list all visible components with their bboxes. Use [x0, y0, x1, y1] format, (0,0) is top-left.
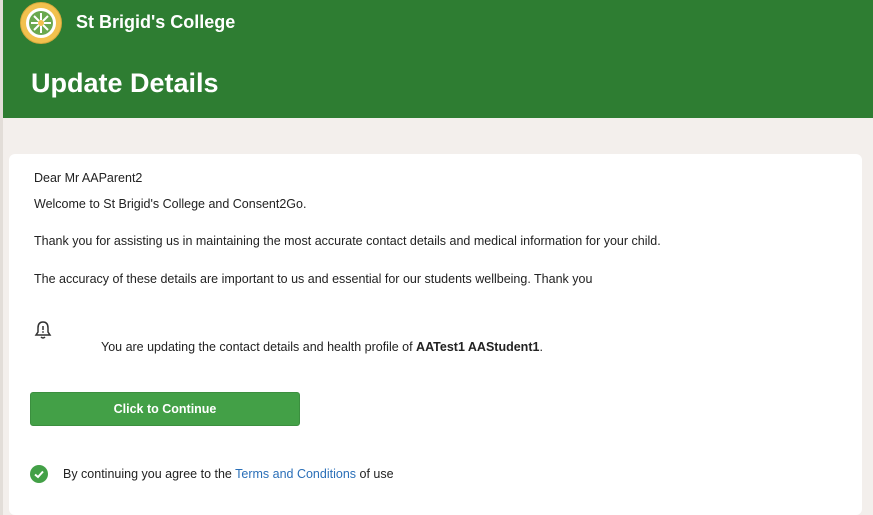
page-edge [0, 0, 3, 515]
header-bar: St Brigid's College Update Details [0, 0, 873, 118]
updating-notice: You are updating the contact details and… [101, 340, 543, 354]
updating-prefix: You are updating the contact details and… [101, 340, 417, 354]
greeting-text: Dear Mr AAParent2 [34, 171, 143, 185]
page-title: Update Details [31, 68, 219, 98]
continue-button[interactable]: Click to Continue [30, 392, 300, 426]
details-card: Dear Mr AAParent2 Welcome to St Brigid's… [9, 154, 862, 515]
accuracy-text: The accuracy of these details are import… [34, 272, 593, 286]
thanks-text: Thank you for assisting us in maintainin… [34, 234, 661, 248]
bell-icon [34, 320, 52, 340]
school-name: St Brigid's College [76, 12, 236, 32]
student-name: AATest1 AAStudent1 [416, 340, 540, 354]
agree-suffix: of use [356, 467, 394, 481]
updating-suffix: . [539, 340, 543, 354]
college-crest-icon [20, 2, 62, 44]
terms-agreement: By continuing you agree to the Terms and… [63, 467, 394, 481]
agree-prefix: By continuing you agree to the [63, 467, 236, 481]
welcome-text: Welcome to St Brigid's College and Conse… [34, 197, 307, 211]
check-circle-icon [30, 465, 48, 483]
terms-link[interactable]: Terms and Conditions [235, 467, 356, 481]
